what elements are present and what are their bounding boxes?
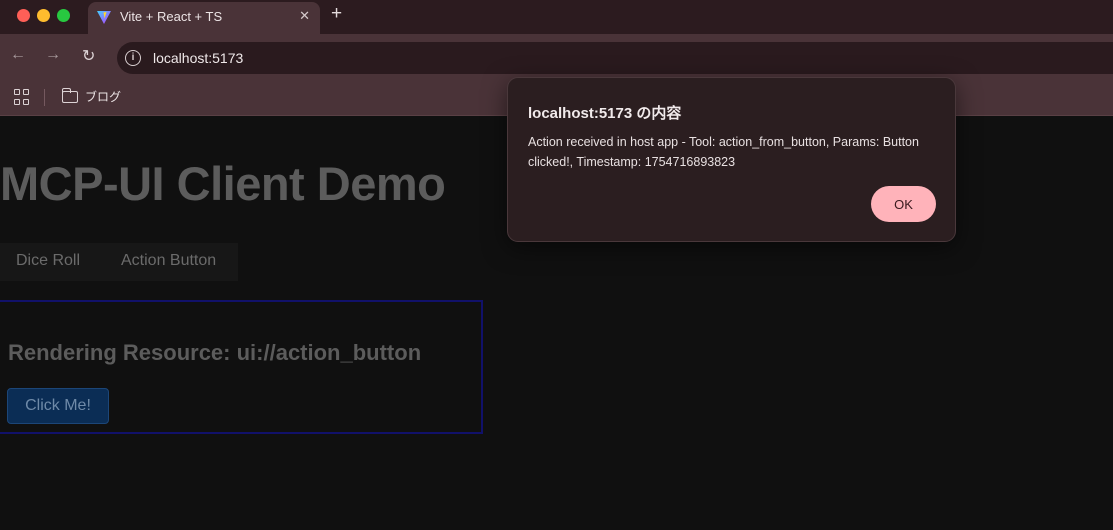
apps-grid-icon[interactable] bbox=[14, 89, 30, 105]
browser-toolbar: ← → ↻ i localhost:5173 bbox=[0, 34, 1113, 80]
dialog-title: localhost:5173 の内容 bbox=[528, 105, 682, 122]
alert-dialog: localhost:5173 の内容 Action received in ho… bbox=[507, 77, 956, 242]
tab-title: Vite + React + TS bbox=[120, 9, 223, 24]
click-me-button[interactable]: Click Me! bbox=[7, 388, 109, 424]
resource-tabs: Dice Roll Action Button bbox=[0, 243, 238, 281]
tab-action-button[interactable]: Action Button bbox=[121, 252, 216, 270]
resource-renderer: Rendering Resource: ui://action_button C… bbox=[0, 300, 483, 434]
new-tab-button[interactable]: + bbox=[331, 3, 342, 25]
tab-strip: Vite + React + TS ✕ + bbox=[0, 0, 1113, 34]
dialog-message: Action received in host app - Tool: acti… bbox=[528, 135, 919, 169]
folder-icon bbox=[62, 88, 78, 103]
bookmarks-separator bbox=[44, 89, 45, 106]
url-text: localhost:5173 bbox=[153, 50, 244, 66]
reload-button[interactable]: ↻ bbox=[82, 46, 95, 66]
minimize-window-button[interactable] bbox=[37, 9, 50, 22]
forward-button[interactable]: → bbox=[45, 46, 61, 64]
browser-tab-active[interactable]: Vite + React + TS ✕ bbox=[88, 2, 320, 34]
page-title: MCP-UI Client Demo bbox=[0, 157, 446, 210]
maximize-window-button[interactable] bbox=[57, 9, 70, 22]
vite-logo-icon bbox=[97, 11, 111, 24]
resource-heading: Rendering Resource: ui://action_button bbox=[8, 340, 422, 365]
address-bar[interactable]: i localhost:5173 bbox=[117, 42, 1113, 74]
close-window-button[interactable] bbox=[17, 9, 30, 22]
ok-button[interactable]: OK bbox=[871, 186, 936, 222]
tab-dice-roll[interactable]: Dice Roll bbox=[16, 252, 80, 270]
browser-window: Vite + React + TS ✕ + ← → ↻ i localhost:… bbox=[0, 0, 1113, 530]
site-info-icon[interactable]: i bbox=[125, 50, 141, 66]
bookmark-folder-blog[interactable]: ブログ bbox=[85, 88, 121, 105]
tab-close-icon[interactable]: ✕ bbox=[299, 8, 310, 24]
back-button[interactable]: ← bbox=[10, 46, 26, 64]
